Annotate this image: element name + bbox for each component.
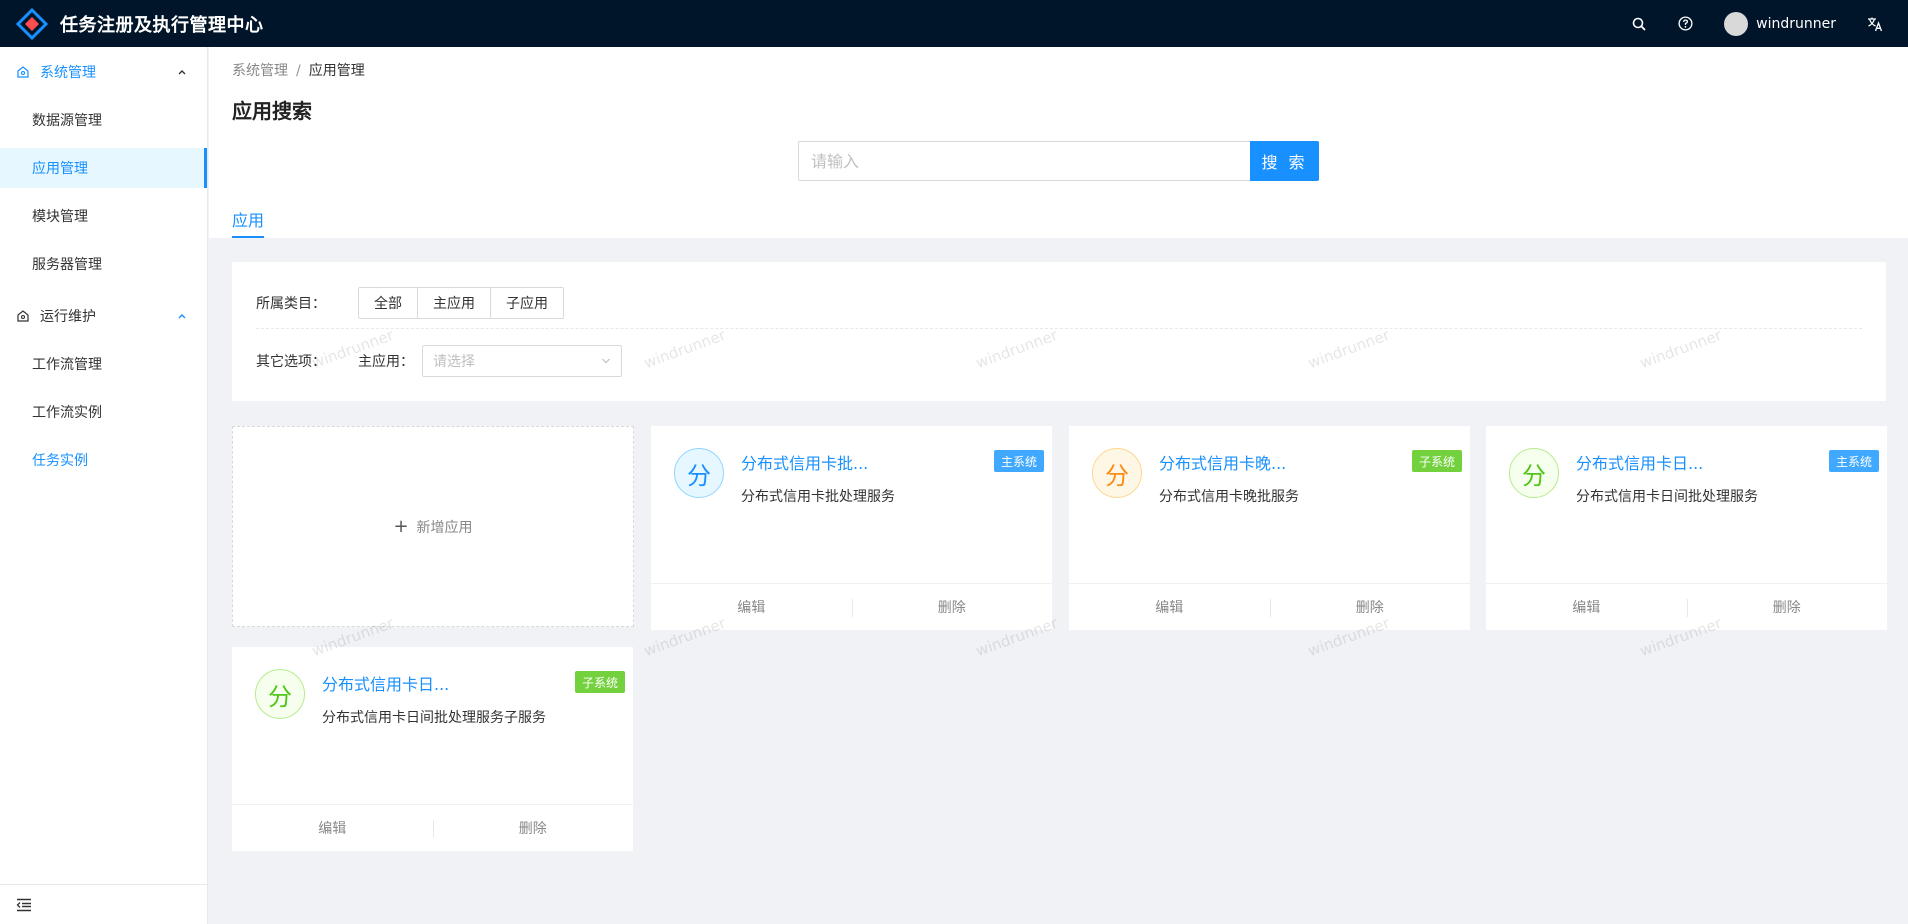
delete-button[interactable]: 删除 (1686, 597, 1888, 617)
plus-icon: + (393, 516, 409, 537)
sidebar-item-datasource[interactable]: 数据源管理 (0, 100, 207, 140)
add-app-card[interactable]: + 新增应用 (232, 426, 634, 627)
app-description: 分布式信用卡批处理服务 (741, 489, 895, 505)
search-button[interactable]: 搜 索 (1250, 141, 1319, 181)
sidebar-item-app-management[interactable]: 应用管理 (0, 148, 207, 188)
breadcrumb-current: 应用管理 (308, 63, 365, 79)
app-description: 分布式信用卡日间批处理服务子服务 (322, 710, 546, 726)
select-placeholder: 请选择 (433, 354, 475, 370)
app-description: 分布式信用卡日间批处理服务 (1576, 489, 1758, 505)
main-app-label: 主应用： (358, 354, 414, 370)
app-card: 分 分布式信用卡批... 分布式信用卡批处理服务 主系统 编辑 删除 (651, 426, 1052, 630)
menu-group-operations[interactable]: 运行维护 (0, 292, 207, 340)
delete-button[interactable]: 删除 (851, 597, 1053, 617)
menu-group-label: 系统管理 (40, 65, 96, 81)
breadcrumb-parent[interactable]: 系统管理 (232, 63, 288, 79)
app-avatar: 分 (255, 669, 305, 719)
app-logo-icon[interactable] (15, 7, 49, 40)
tab-apps[interactable]: 应用 (232, 207, 265, 238)
chevron-up-icon (178, 70, 186, 75)
category-main-button[interactable]: 主应用 (417, 287, 491, 319)
system-type-badge: 主系统 (993, 450, 1044, 472)
app-card: 分 分布式信用卡晚... 分布式信用卡晚批服务 子系统 编辑 删除 (1069, 426, 1470, 630)
app-description: 分布式信用卡晚批服务 (1159, 489, 1299, 505)
card-actions: 编辑 删除 (1486, 583, 1887, 630)
edit-button[interactable]: 编辑 (1069, 597, 1270, 617)
app-card: 分 分布式信用卡日... 分布式信用卡日间批处理服务子服务 子系统 编辑 删除 (232, 647, 633, 851)
other-filter-row: 其它选项： 主应用： 请选择 (256, 345, 622, 377)
help-icon[interactable] (1662, 0, 1708, 47)
operations-icon (17, 310, 29, 322)
card-actions: 编辑 删除 (1069, 583, 1470, 630)
collapse-sidebar-button[interactable] (0, 884, 207, 924)
sidebar-item-workflow-instance[interactable]: 工作流实例 (0, 392, 207, 432)
other-options-label: 其它选项： (256, 354, 326, 370)
menu-fold-icon (16, 898, 31, 911)
category-label: 所属类目： (256, 296, 326, 312)
top-header: 任务注册及执行管理中心 windrunner (0, 0, 1908, 47)
user-menu[interactable]: windrunner (1708, 0, 1852, 47)
sidebar-item-server-management[interactable]: 服务器管理 (0, 244, 207, 284)
category-segment: 全部 主应用 子应用 (358, 287, 564, 319)
system-type-badge: 主系统 (1828, 450, 1879, 472)
app-avatar: 分 (674, 448, 724, 498)
app-name-link[interactable]: 分布式信用卡日... (1576, 450, 1703, 474)
search-bar: 搜 索 (798, 141, 1319, 181)
sidebar: 系统管理 数据源管理 应用管理 模块管理 服务器管理 运行维护 工作流管理 工作… (0, 47, 208, 924)
card-actions: 编辑 删除 (651, 583, 1052, 630)
app-title: 任务注册及执行管理中心 (60, 14, 264, 36)
menu-group-system[interactable]: 系统管理 (0, 48, 207, 96)
sidebar-item-workflow-management[interactable]: 工作流管理 (0, 344, 207, 384)
breadcrumb-separator: / (296, 63, 301, 79)
username: windrunner (1756, 15, 1836, 32)
app-avatar: 分 (1092, 448, 1142, 498)
sidebar-item-module-management[interactable]: 模块管理 (0, 196, 207, 236)
chevron-down-icon (602, 358, 610, 364)
search-input[interactable] (798, 141, 1250, 181)
chevron-up-icon (178, 314, 186, 319)
translate-icon[interactable] (1852, 0, 1898, 47)
add-app-label: 新增应用 (416, 519, 473, 536)
edit-button[interactable]: 编辑 (651, 597, 852, 617)
category-all-button[interactable]: 全部 (358, 287, 418, 319)
delete-button[interactable]: 删除 (1269, 597, 1471, 617)
system-type-badge: 子系统 (574, 671, 625, 693)
category-sub-button[interactable]: 子应用 (490, 287, 564, 319)
app-avatar: 分 (1509, 448, 1559, 498)
category-filter-row: 所属类目： 全部 主应用 子应用 (256, 287, 564, 319)
app-name-link[interactable]: 分布式信用卡日... (322, 671, 449, 695)
sidebar-item-task-instance[interactable]: 任务实例 (0, 440, 207, 480)
filter-divider (256, 328, 1862, 329)
page-header: 系统管理 / 应用管理 应用搜索 搜 索 应用 (209, 47, 1908, 238)
card-actions: 编辑 删除 (232, 804, 633, 851)
page-title: 应用搜索 (232, 99, 312, 123)
system-icon (17, 66, 29, 78)
filter-card: 所属类目： 全部 主应用 子应用 其它选项： 主应用： 请选择 (232, 262, 1886, 401)
search-icon[interactable] (1616, 0, 1662, 47)
main-app-select[interactable]: 请选择 (422, 345, 622, 377)
app-name-link[interactable]: 分布式信用卡晚... (1159, 450, 1286, 474)
avatar (1724, 11, 1749, 36)
delete-button[interactable]: 删除 (432, 818, 634, 838)
edit-button[interactable]: 编辑 (1486, 597, 1687, 617)
edit-button[interactable]: 编辑 (232, 818, 433, 838)
menu-group-label: 运行维护 (40, 309, 96, 325)
breadcrumb: 系统管理 / 应用管理 (232, 60, 365, 80)
system-type-badge: 子系统 (1411, 450, 1462, 472)
app-name-link[interactable]: 分布式信用卡批... (741, 450, 868, 474)
app-card: 分 分布式信用卡日... 分布式信用卡日间批处理服务 主系统 编辑 删除 (1486, 426, 1887, 630)
